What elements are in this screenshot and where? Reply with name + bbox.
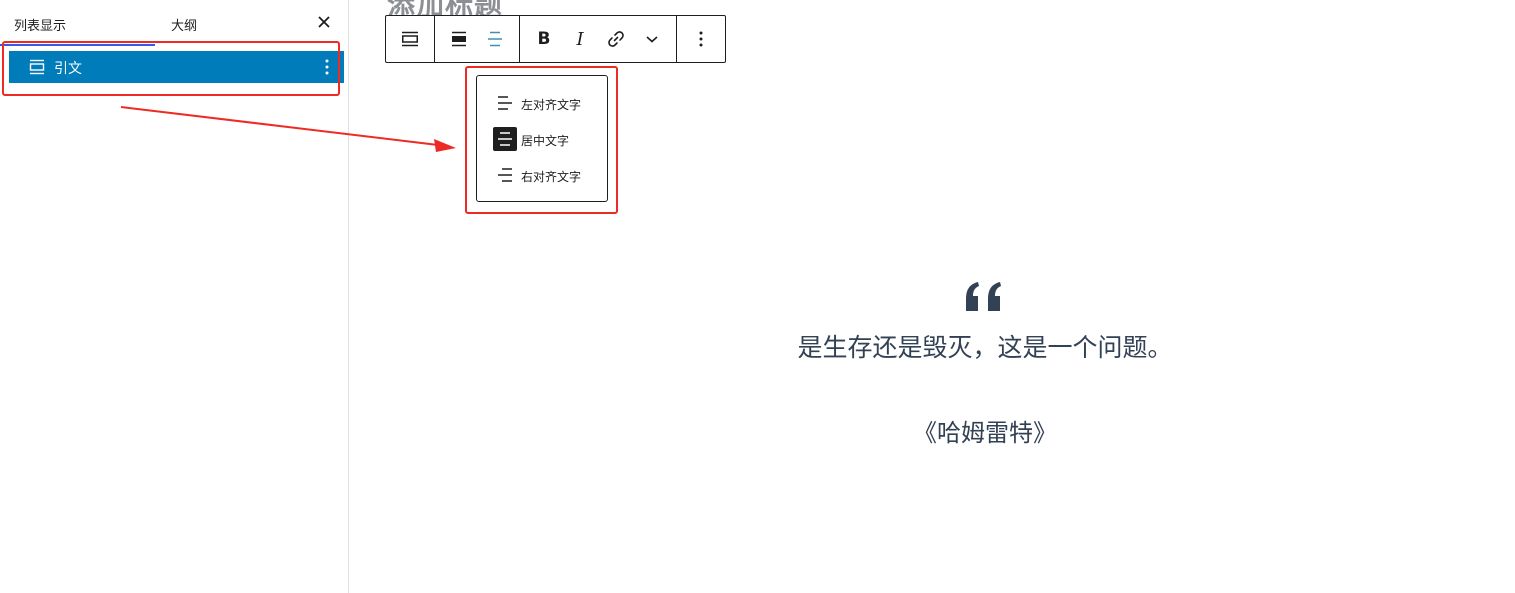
toolbar-group-block xyxy=(386,16,435,62)
align-right-option[interactable]: 右对齐文字 xyxy=(491,162,601,188)
more-vertical-icon xyxy=(699,31,703,47)
align-left-label: 左对齐文字 xyxy=(521,98,582,112)
quote-text[interactable]: 是生存还是毁灭，这是一个问题。 xyxy=(700,328,1270,364)
list-item-quote-block[interactable]: 引文 xyxy=(9,51,344,83)
toolbar-group-options xyxy=(677,16,725,62)
close-icon xyxy=(318,16,330,28)
align-right-label: 右对齐文字 xyxy=(521,170,582,184)
more-vertical-icon[interactable] xyxy=(318,57,336,77)
align-center-icon xyxy=(488,31,502,47)
tab-list-view[interactable]: 列表显示 xyxy=(14,15,66,34)
block-align-button[interactable] xyxy=(441,21,477,57)
italic-button[interactable]: I xyxy=(562,21,598,57)
align-center-option[interactable]: 居中文字 xyxy=(491,126,601,152)
align-center-label: 居中文字 xyxy=(521,134,570,148)
quote-block-icon xyxy=(402,31,418,47)
block-options-button[interactable] xyxy=(683,21,719,57)
quote-block-icon xyxy=(29,59,45,75)
list-item-label: 引文 xyxy=(54,60,82,76)
text-align-dropdown: 左对齐文字 居中文字 右对齐文字 xyxy=(476,75,608,202)
align-icon xyxy=(452,31,466,47)
link-icon xyxy=(608,31,624,47)
toolbar-group-align xyxy=(435,16,520,62)
quote-citation[interactable]: 《哈姆雷特》 xyxy=(800,413,1170,448)
bold-button[interactable]: B xyxy=(526,21,562,57)
block-toolbar: B I xyxy=(385,15,726,63)
align-right-icon xyxy=(498,168,512,182)
link-button[interactable] xyxy=(598,21,634,57)
tab-outline[interactable]: 大纲 xyxy=(171,15,197,34)
active-tab-indicator xyxy=(0,44,155,46)
quote-mark-icon xyxy=(966,282,1001,311)
text-align-button[interactable] xyxy=(477,21,513,57)
align-center-icon xyxy=(493,127,517,151)
list-view-sidebar: 列表显示 大纲 引文 xyxy=(0,0,349,593)
close-button[interactable] xyxy=(314,12,334,32)
toolbar-group-format: B I xyxy=(520,16,677,62)
more-formats-button[interactable] xyxy=(634,21,670,57)
align-left-icon xyxy=(498,96,512,110)
chevron-down-icon xyxy=(646,36,658,43)
block-type-button[interactable] xyxy=(392,21,428,57)
align-left-option[interactable]: 左对齐文字 xyxy=(491,90,601,116)
